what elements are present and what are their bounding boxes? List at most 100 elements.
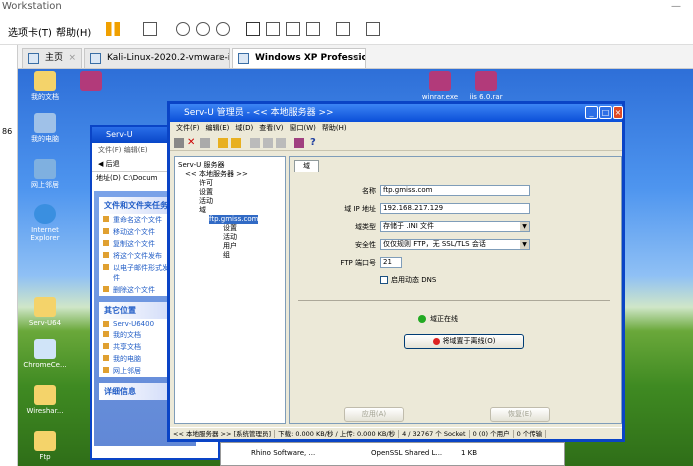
menu-edit[interactable]: 编辑(E): [206, 124, 230, 132]
minimize-button[interactable]: —: [671, 0, 681, 13]
tab-kali[interactable]: Kali-Linux-2020.2-vmware-i386×: [84, 48, 230, 68]
desktop-icon-network[interactable]: 网上邻居: [20, 159, 70, 189]
stop-icon: [432, 337, 440, 345]
status-icon: [418, 315, 426, 323]
desktop-icon-ie[interactable]: Internet Explorer: [20, 204, 70, 242]
security-select[interactable]: 仅仅规则 FTP，无 SSL/TLS 会话 ▼: [380, 239, 530, 250]
unity-icon[interactable]: [306, 22, 320, 36]
copy-icon[interactable]: [263, 138, 273, 148]
tree-node[interactable]: 设置: [199, 188, 213, 197]
window-title: Serv-U 管理员 - << 本地服务器 >>: [184, 108, 334, 118]
servu-manager-window[interactable]: Serv-U 管理员 - << 本地服务器 >> _ □ × 文件(F) 编辑(E…: [167, 101, 625, 442]
file-list-strip: Rhino Software, ... OpenSSL Shared L... …: [220, 442, 565, 466]
paste-icon[interactable]: [276, 138, 286, 148]
rar-icon: [80, 71, 102, 91]
desktop-icon-winrar[interactable]: winrar.exe: [415, 71, 465, 101]
toolbar-icon[interactable]: [174, 138, 184, 148]
close-icon[interactable]: ×: [216, 49, 224, 67]
folder-icon[interactable]: [231, 138, 241, 148]
type-label: 域类型: [355, 223, 376, 231]
tree-node[interactable]: << 本地服务器 >>: [185, 170, 248, 179]
folder-icon: [34, 71, 56, 91]
domain-name-field[interactable]: ftp.gmiss.com: [380, 185, 530, 196]
status-transfers: 0 个传输: [516, 430, 547, 438]
folder-icon: [34, 385, 56, 405]
desktop-icon-rar[interactable]: [66, 71, 116, 93]
menu-view[interactable]: 查看(V): [259, 124, 283, 132]
close-icon[interactable]: ×: [352, 49, 360, 67]
manage-snapshot-icon[interactable]: [216, 22, 230, 36]
network-icon: [34, 159, 56, 179]
tree-node[interactable]: 活动: [223, 233, 237, 242]
cut-icon[interactable]: [250, 138, 260, 148]
menubar: 选项卡(T) 帮助(H): [0, 15, 693, 45]
undo-icon[interactable]: [200, 138, 210, 148]
toolbar: ✕ ?: [170, 135, 622, 151]
view-console-icon[interactable]: [246, 22, 260, 36]
tree-node[interactable]: Serv-U 服务器: [178, 161, 224, 170]
tab-winxp[interactable]: Windows XP Professional×: [232, 48, 366, 68]
rar-icon: [429, 71, 451, 91]
desktop-icon-wireshark[interactable]: Wireshar...: [20, 385, 70, 415]
list-item[interactable]: OpenSSL Shared L...: [371, 449, 442, 457]
tree-node[interactable]: 活动: [199, 197, 213, 206]
tree-node-selected[interactable]: ftp.gmiss.com: [209, 215, 259, 224]
domain-ip-field[interactable]: 192.168.217.129: [380, 203, 530, 214]
menu-file[interactable]: 文件(F): [176, 124, 200, 132]
desktop-icon-ftp[interactable]: Ftp: [20, 431, 70, 461]
view-split-icon[interactable]: [266, 22, 280, 36]
menu-domain[interactable]: 域(D): [235, 124, 253, 132]
desktop-icon-servu[interactable]: Serv-U64: [20, 297, 70, 327]
minimize-button[interactable]: _: [585, 106, 598, 119]
tab-home[interactable]: 主页 ×: [22, 48, 82, 68]
port-field[interactable]: 21: [380, 257, 402, 268]
tree-node[interactable]: 用户: [223, 242, 237, 251]
menu-tabs[interactable]: 选项卡(T): [8, 24, 52, 39]
desktop-icon-docs[interactable]: 我的文档: [20, 71, 70, 101]
snapshot-icon[interactable]: [176, 22, 190, 36]
domain-panel: 域 名称 ftp.gmiss.com 域 IP 地址 192.168.217.1…: [289, 156, 622, 424]
ip-label: 域 IP 地址: [344, 205, 376, 213]
list-item: 1 KB: [461, 449, 478, 457]
delete-icon[interactable]: ✕: [187, 138, 197, 148]
vm-tab-strip: 主页× Kali-Linux-2020.2-vmware-i386× Windo…: [0, 45, 693, 69]
list-item[interactable]: Rhino Software, ...: [251, 449, 315, 457]
close-icon[interactable]: ×: [68, 49, 76, 67]
tree-node[interactable]: 许可: [199, 179, 213, 188]
take-offline-button[interactable]: 将域置于离线(O): [404, 334, 524, 349]
stretch-icon[interactable]: [366, 22, 380, 36]
terminal-icon[interactable]: [336, 22, 350, 36]
status-users: 0 (0) 个用户: [472, 430, 514, 438]
fullscreen-icon[interactable]: [286, 22, 300, 36]
tab-domain[interactable]: 域: [294, 160, 319, 172]
revert-icon[interactable]: [196, 22, 210, 36]
server-tree[interactable]: Serv-U 服务器 << 本地服务器 >> 许可 设置 活动 域 ftp.gm…: [174, 156, 286, 424]
vm-icon: [90, 53, 101, 64]
tree-node[interactable]: 设置: [223, 224, 237, 233]
book-icon[interactable]: [294, 138, 304, 148]
menu-window[interactable]: 窗口(W): [290, 124, 316, 132]
close-button[interactable]: ×: [613, 106, 623, 119]
desktop-icon-iis[interactable]: iis 6.0.rar: [461, 71, 511, 101]
apply-button[interactable]: 应用(A): [344, 407, 404, 422]
folder-icon[interactable]: [218, 138, 228, 148]
tree-node[interactable]: 组: [223, 251, 230, 260]
tree-node[interactable]: 域: [199, 206, 206, 215]
security-label: 安全性: [355, 241, 376, 249]
library-strip: 86: [0, 45, 18, 466]
dynamic-dns-checkbox[interactable]: 启用动态 DNS: [380, 275, 436, 285]
online-status: 域正在线: [418, 314, 458, 324]
home-icon: [28, 53, 39, 64]
vm-send-icon[interactable]: [143, 22, 157, 36]
desktop-icon-computer[interactable]: 我的电脑: [20, 113, 70, 143]
maximize-button[interactable]: □: [599, 106, 612, 119]
pause-icon[interactable]: [106, 22, 120, 36]
vm-icon: [238, 53, 249, 64]
menu-help[interactable]: 帮助(H): [56, 24, 91, 39]
window-titlebar: Serv-U 管理员 - << 本地服务器 >> _ □ ×: [170, 104, 623, 122]
desktop-icon-chrome[interactable]: ChromeCe...: [20, 339, 70, 369]
domain-type-select[interactable]: 存储于 .INI 文件 ▼: [380, 221, 530, 232]
revert-button[interactable]: 恢复(E): [490, 407, 550, 422]
help-icon[interactable]: ?: [310, 138, 320, 148]
menu-help[interactable]: 帮助(H): [322, 124, 347, 132]
